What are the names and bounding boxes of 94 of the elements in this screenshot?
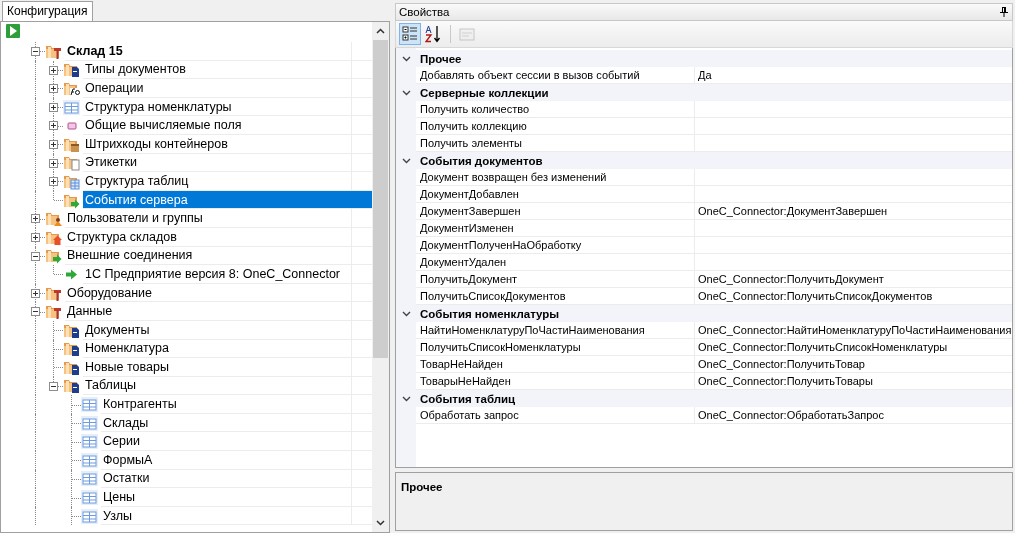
expand-toggle[interactable] [31, 232, 40, 242]
property-value[interactable]: OneC_Connector:ПолучитьТовар [695, 356, 1012, 373]
category-header[interactable]: События таблиц [416, 390, 516, 407]
collapse-chevron-icon[interactable] [401, 310, 411, 317]
collapse-chevron-icon[interactable] [401, 89, 411, 96]
tree-item[interactable]: Узлы [101, 506, 372, 526]
tree-item[interactable]: Оборудование [65, 283, 372, 303]
property-value[interactable]: OneC_Connector:ОбработатьЗапрос [695, 407, 1012, 424]
tree-item[interactable]: 1С Предприятие версия 8: OneC_Connector [83, 265, 372, 284]
tree-item[interactable]: Типы документов [83, 60, 372, 80]
table-icon [63, 98, 80, 116]
expand-toggle[interactable] [49, 121, 58, 131]
folder-arrow-icon [45, 247, 62, 265]
property-value[interactable]: OneC_Connector:ПолучитьДокумент [695, 271, 1012, 288]
table-icon [81, 414, 98, 432]
table-icon [81, 507, 98, 525]
property-name[interactable]: ДокументПолученНаОбработку [416, 237, 695, 254]
property-name[interactable]: Получить количество [416, 101, 695, 118]
expand-toggle[interactable] [31, 47, 40, 56]
tree-item[interactable]: Склады [101, 413, 372, 433]
category-header[interactable]: Прочее [416, 50, 462, 67]
property-value[interactable]: OneC_Connector:ДокументЗавершен [695, 203, 1012, 220]
tree-item[interactable]: ФормыА [101, 451, 372, 470]
tree-item[interactable]: Склад 15 [65, 42, 372, 61]
property-name[interactable]: ТоварНеНайден [416, 356, 695, 373]
tree-item[interactable]: Операции [83, 79, 372, 98]
description-title: Прочее [401, 481, 443, 493]
tree-item[interactable]: Таблицы [83, 376, 372, 396]
property-name[interactable]: ПолучитьДокумент [416, 271, 695, 288]
property-name[interactable]: Документ возвращен без изменений [416, 169, 695, 186]
category-header[interactable]: События документов [416, 152, 543, 169]
expand-toggle[interactable] [31, 307, 40, 317]
categorized-view-button[interactable] [399, 23, 421, 45]
expand-toggle[interactable] [49, 84, 58, 94]
tree-item[interactable]: Документы [83, 320, 372, 340]
tree-item[interactable]: События сервера [83, 190, 372, 210]
configuration-tab[interactable]: Конфигурация [2, 1, 93, 21]
folder-function-icon [63, 80, 80, 97]
panel-title: Свойства [399, 6, 450, 18]
tree-item[interactable]: Структура таблиц [83, 172, 372, 191]
expand-toggle[interactable] [31, 251, 40, 261]
expand-toggle[interactable] [49, 177, 58, 187]
tree-item[interactable]: Внешние соединения [65, 246, 372, 266]
expand-toggle[interactable] [31, 214, 40, 224]
tree-item[interactable]: Номенклатура [83, 339, 372, 359]
property-name[interactable]: Получить коллекцию [416, 118, 695, 135]
tree-item[interactable]: Контрагенты [101, 395, 372, 414]
expand-toggle[interactable] [49, 381, 58, 391]
property-name[interactable]: НайтиНоменклатуруПоЧастиНаименования [416, 322, 695, 339]
table-icon [81, 470, 98, 488]
tree-item[interactable]: Новые товары [83, 358, 372, 377]
scrollbar[interactable] [372, 22, 389, 532]
collapse-chevron-icon[interactable] [401, 55, 411, 62]
property-value[interactable]: OneC_Connector:НайтиНоменклатуруПоЧастиНаименования [695, 322, 1012, 339]
pin-icon[interactable] [1000, 7, 1008, 17]
play-icon[interactable] [6, 24, 20, 38]
scrollbar-thumb[interactable] [373, 40, 388, 358]
category-header[interactable]: События номенклатуры [416, 305, 560, 322]
property-name[interactable]: ДокументЗавершен [416, 203, 695, 220]
expand-toggle[interactable] [31, 288, 40, 298]
property-name[interactable]: ПолучитьСписокНоменклатуры [416, 339, 695, 356]
category-header[interactable]: Серверные коллекции [416, 84, 549, 101]
collapse-chevron-icon[interactable] [401, 395, 411, 402]
tree-item[interactable]: Остатки [101, 469, 372, 489]
tree-item[interactable]: Этикетки [83, 153, 372, 173]
expand-toggle[interactable] [49, 65, 58, 75]
tree-item[interactable]: Цены [101, 488, 372, 507]
tree-item[interactable]: Данные [65, 302, 372, 321]
folder-people-icon [45, 210, 62, 228]
collapse-chevron-icon[interactable] [401, 157, 411, 164]
folder-document-icon [63, 340, 80, 358]
tree-item[interactable]: Пользователи и группы [65, 209, 372, 228]
property-value[interactable]: OneC_Connector:ПолучитьСписокНоменклатуры [695, 339, 1012, 356]
table-icon [81, 489, 98, 507]
tree-item[interactable]: Штрихкоды контейнеров [83, 134, 372, 154]
scroll-up-icon[interactable] [376, 28, 385, 34]
folder-document-icon [63, 377, 80, 395]
property-name[interactable]: ДокументИзменен [416, 220, 695, 237]
expand-toggle[interactable] [49, 139, 58, 149]
table-icon [81, 451, 98, 469]
folder-document-icon [63, 61, 80, 79]
tree-item[interactable]: Общие вычисляемые поля [83, 116, 372, 135]
expand-toggle[interactable] [49, 102, 58, 112]
expand-toggle[interactable] [49, 158, 58, 168]
scroll-down-icon[interactable] [376, 520, 385, 526]
property-name[interactable]: ДокументУдален [416, 254, 695, 271]
tree-item[interactable]: Структура номенклатуры [83, 97, 372, 117]
tree-item[interactable]: Структура складов [65, 227, 372, 247]
folder-tool-icon [45, 303, 62, 321]
table-icon [81, 433, 98, 451]
property-name[interactable]: Обработать запрос [416, 407, 695, 424]
tree-item[interactable]: Серии [101, 432, 372, 452]
property-name[interactable]: ДокументДобавлен [416, 186, 695, 203]
table-icon [81, 396, 98, 414]
